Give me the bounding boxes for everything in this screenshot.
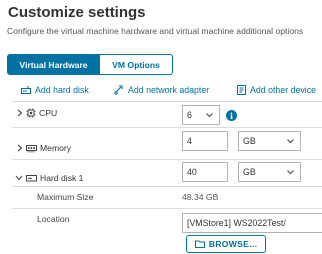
memory-icon [26, 144, 37, 152]
cpu-label: CPU [39, 108, 58, 118]
browse-label: BROWSE... [208, 239, 258, 249]
chevron-down-icon [287, 170, 294, 175]
hard-disk-row-toggle[interactable]: Hard disk 1 [15, 173, 83, 183]
network-adapter-icon [114, 85, 123, 95]
cpu-row-toggle[interactable]: CPU [17, 108, 57, 118]
row-divider [12, 159, 322, 160]
chevron-right-icon [17, 109, 23, 117]
memory-unit-value: GB [243, 136, 256, 146]
page-subtitle: Configure the virtual machine hardware a… [7, 26, 304, 36]
folder-icon [194, 240, 205, 248]
browse-button[interactable]: BROWSE... [186, 235, 266, 253]
tab-virtual-hardware[interactable]: Virtual Hardware [7, 54, 100, 75]
add-hard-disk-label: Add hard disk [35, 85, 89, 95]
add-other-device-label: Add other device [250, 85, 317, 95]
memory-unit-select[interactable]: GB [238, 131, 301, 151]
memory-row-toggle[interactable]: Memory [17, 143, 71, 153]
maximum-size-label: Maximum Size [37, 192, 94, 202]
hard-disk-size-input[interactable]: 40 [182, 162, 228, 182]
device-actions: Add hard disk Add network adapter Add ot… [0, 85, 322, 99]
hard-disk-icon [21, 85, 31, 94]
add-network-adapter-label: Add network adapter [128, 85, 210, 95]
cpu-icon [26, 108, 36, 118]
row-divider [12, 208, 322, 209]
hard-disk-unit-select[interactable]: GB [238, 162, 301, 182]
add-hard-disk-button[interactable]: Add hard disk [21, 85, 89, 95]
hard-disk-size-value: 40 [187, 167, 197, 177]
location-value: [VMStore1] WS2022Test/ [187, 218, 286, 228]
tab-bar: Virtual Hardware VM Options [7, 54, 173, 75]
hard-disk-unit-value: GB [243, 167, 256, 177]
memory-label: Memory [40, 143, 72, 153]
hard-disk-icon [26, 175, 37, 182]
page-title: Customize settings [8, 4, 146, 21]
info-icon[interactable]: i [226, 110, 237, 121]
chevron-down-icon [15, 175, 23, 181]
memory-size-input[interactable]: 4 [182, 131, 228, 151]
cpu-count-value: 6 [187, 110, 192, 120]
row-divider [12, 127, 322, 128]
hard-disk-label: Hard disk 1 [40, 173, 84, 183]
chevron-right-icon [17, 144, 23, 152]
add-network-adapter-button[interactable]: Add network adapter [114, 85, 209, 95]
tab-vm-options[interactable]: VM Options [100, 54, 173, 75]
maximum-size-value: 48.34 GB [182, 192, 219, 202]
other-device-icon [237, 85, 246, 95]
row-divider [12, 186, 322, 187]
cpu-count-select[interactable]: 6 [182, 105, 220, 125]
row-divider [12, 101, 322, 102]
memory-size-value: 4 [187, 136, 192, 146]
location-input[interactable]: [VMStore1] WS2022Test/ [182, 213, 322, 233]
chevron-down-icon [206, 113, 213, 118]
location-label: Location [37, 214, 70, 224]
chevron-down-icon [287, 139, 294, 144]
add-other-device-button[interactable]: Add other device [237, 85, 316, 95]
